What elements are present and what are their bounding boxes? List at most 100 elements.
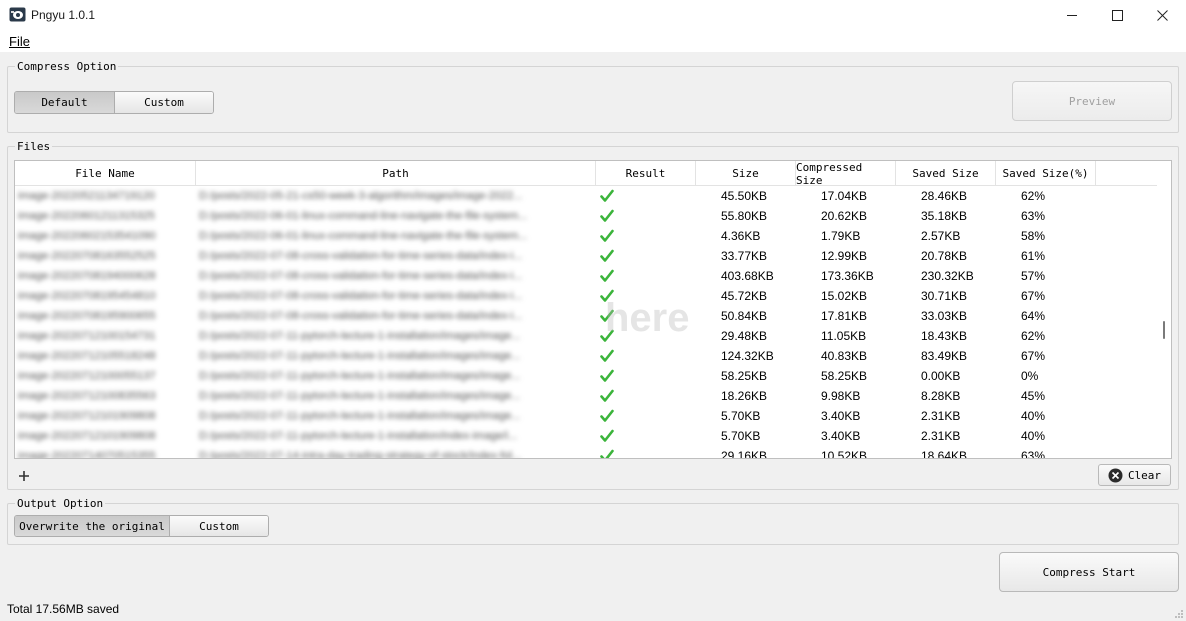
- table-row[interactable]: image-20220521134719120 D:/posts/2022-05-…: [15, 186, 1159, 206]
- path-cell: D:/posts/2022-07-08-cross-validation-for…: [199, 270, 523, 282]
- check-icon: [600, 209, 614, 222]
- size-cell: 4.36KB: [721, 229, 761, 243]
- minimize-button[interactable]: [1049, 0, 1095, 31]
- check-icon: [600, 429, 614, 442]
- size-cell: 403.68KB: [721, 269, 774, 283]
- check-icon: [600, 449, 614, 458]
- saved-pct-cell: 58%: [1021, 229, 1046, 243]
- compressed-size-cell: 20.62KB: [821, 209, 868, 223]
- result-cell: [596, 186, 696, 206]
- compressed-size-cell: 17.04KB: [821, 189, 868, 203]
- path-cell: D:/posts/2022-07-11-pytorch-lecture-1-in…: [199, 350, 521, 362]
- compress-option-title: Compress Option: [15, 60, 119, 73]
- size-cell: 5.70KB: [721, 429, 761, 443]
- result-cell: [596, 266, 696, 286]
- file-name-cell: image-20220708163552525: [18, 250, 156, 262]
- saved-pct-cell: 64%: [1021, 309, 1046, 323]
- path-cell: D:/posts/2022-06-01-linux-command-line-n…: [199, 230, 528, 242]
- table-row[interactable]: image-20220712100835563 D:/posts/2022-07-…: [15, 386, 1159, 406]
- menu-file[interactable]: File: [9, 34, 30, 49]
- file-name-cell: image-20220712100154731: [18, 330, 156, 342]
- saved-pct-cell: 40%: [1021, 429, 1046, 443]
- resize-grip-icon[interactable]: [1174, 609, 1184, 619]
- clear-icon: [1108, 468, 1123, 482]
- maximize-icon: [1111, 10, 1123, 21]
- file-name-cell: image-20220712105518248: [18, 350, 156, 362]
- result-cell: [596, 226, 696, 246]
- table-row[interactable]: image-20220602153541090 D:/posts/2022-06-…: [15, 226, 1159, 246]
- size-cell: 29.48KB: [721, 329, 768, 343]
- saved-size-cell: 83.49KB: [921, 349, 968, 363]
- size-cell: 18.26KB: [721, 389, 768, 403]
- size-cell: 45.50KB: [721, 189, 768, 203]
- file-name-cell: image-20220714070515355: [18, 450, 156, 459]
- check-icon: [600, 389, 614, 402]
- compressed-size-cell: 9.98KB: [821, 389, 861, 403]
- output-custom-button[interactable]: Custom: [170, 516, 268, 536]
- size-cell: 124.32KB: [721, 349, 774, 363]
- clear-button[interactable]: Clear: [1098, 464, 1171, 486]
- column-size[interactable]: Size: [696, 161, 796, 186]
- column-saved-size-pct[interactable]: Saved Size(%): [996, 161, 1096, 186]
- scrollbar-thumb[interactable]: [1163, 321, 1165, 339]
- path-cell: D:/posts/2022-07-11-pytorch-lecture-1-in…: [199, 330, 521, 342]
- maximize-button[interactable]: [1094, 0, 1140, 31]
- saved-pct-cell: 40%: [1021, 409, 1046, 423]
- size-cell: 58.25KB: [721, 369, 768, 383]
- compress-start-button[interactable]: Compress Start: [999, 552, 1179, 592]
- compress-custom-button[interactable]: Custom: [115, 92, 213, 113]
- table-row[interactable]: image-20220712101909808 D:/posts/2022-07-…: [15, 406, 1159, 426]
- compress-default-button[interactable]: Default: [15, 92, 115, 113]
- close-button[interactable]: [1139, 0, 1185, 31]
- compressed-size-cell: 1.79KB: [821, 229, 861, 243]
- table-row[interactable]: image-20220708195900655 D:/posts/2022-07-…: [15, 306, 1159, 326]
- saved-size-cell: 2.31KB: [921, 409, 961, 423]
- table-row[interactable]: image-20220708163552525 D:/posts/2022-07-…: [15, 246, 1159, 266]
- table-row[interactable]: image-20220712100055137 D:/posts/2022-07-…: [15, 366, 1159, 386]
- vertical-scrollbar[interactable]: [1157, 161, 1171, 458]
- preview-button[interactable]: Preview: [1012, 81, 1172, 121]
- check-icon: [600, 249, 614, 262]
- menu-bar: File: [0, 31, 1186, 52]
- path-cell: D:/posts/2022-05-21-cs50-week-3-algorith…: [199, 190, 523, 202]
- table-row[interactable]: image-20220708195454810 D:/posts/2022-07-…: [15, 286, 1159, 306]
- saved-pct-cell: 62%: [1021, 329, 1046, 343]
- output-overwrite-button[interactable]: Overwrite the original: [15, 516, 170, 536]
- path-cell: D:/posts/2022-07-08-cross-validation-for…: [199, 290, 523, 302]
- size-cell: 55.80KB: [721, 209, 768, 223]
- path-cell: D:/posts/2022-07-11-pytorch-lecture-1-in…: [199, 430, 518, 442]
- table-row[interactable]: image-20220601211315325 D:/posts/2022-06-…: [15, 206, 1159, 226]
- saved-size-cell: 2.57KB: [921, 229, 961, 243]
- table-row[interactable]: image-20220708194000628 D:/posts/2022-07-…: [15, 266, 1159, 286]
- file-name-cell: image-20220712100055137: [18, 370, 156, 382]
- column-saved-size[interactable]: Saved Size: [896, 161, 996, 186]
- saved-size-cell: 33.03KB: [921, 309, 968, 323]
- table-row[interactable]: image-20220712101909808 D:/posts/2022-07-…: [15, 426, 1159, 446]
- column-result[interactable]: Result: [596, 161, 696, 186]
- compressed-size-cell: 40.83KB: [821, 349, 868, 363]
- column-path[interactable]: Path: [196, 161, 596, 186]
- table-row[interactable]: image-20220712100154731 D:/posts/2022-07-…: [15, 326, 1159, 346]
- column-file-name[interactable]: File Name: [15, 161, 196, 186]
- saved-pct-cell: 0%: [1021, 369, 1039, 383]
- window-title: Pngyu 1.0.1: [31, 8, 96, 22]
- column-compressed-size[interactable]: Compressed Size: [796, 161, 896, 187]
- minimize-icon: [1066, 15, 1077, 16]
- saved-pct-cell: 45%: [1021, 389, 1046, 403]
- watermark-text: here: [605, 296, 690, 340]
- file-name-cell: image-20220712101909808: [18, 410, 156, 422]
- table-row[interactable]: image-20220714070515355 D:/posts/2022-07-…: [15, 446, 1159, 459]
- files-table[interactable]: File Name Path Result Size Compressed Si…: [14, 160, 1172, 459]
- file-name-cell: image-20220708194000628: [18, 270, 156, 282]
- result-cell: [596, 426, 696, 446]
- file-name-cell: image-20220708195454810: [18, 290, 156, 302]
- result-cell: [596, 246, 696, 266]
- add-file-button[interactable]: [15, 467, 33, 485]
- table-row[interactable]: image-20220712105518248 D:/posts/2022-07-…: [15, 346, 1159, 366]
- compressed-size-cell: 3.40KB: [821, 429, 861, 443]
- file-name-cell: image-20220602153541090: [18, 230, 156, 242]
- result-cell: [596, 406, 696, 426]
- saved-pct-cell: 63%: [1021, 449, 1046, 459]
- file-name-cell: image-20220521134719120: [18, 190, 155, 202]
- size-cell: 29.16KB: [721, 449, 768, 459]
